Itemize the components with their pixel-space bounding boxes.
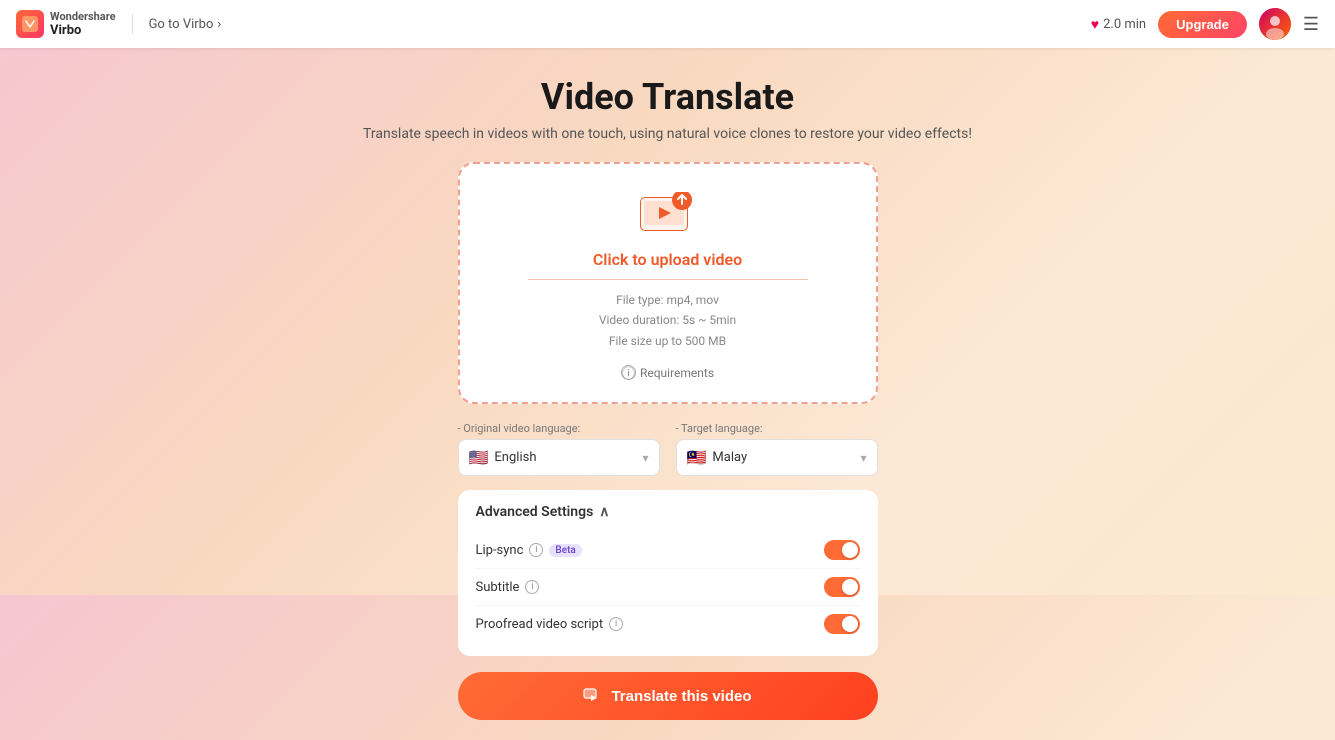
upgrade-button[interactable]: Upgrade (1158, 11, 1247, 38)
original-language-group: - Original video language: 🇺🇸 English ▾ (458, 422, 660, 476)
proofread-info-icon[interactable]: i (609, 617, 623, 631)
translate-btn-icon (583, 686, 603, 706)
proofread-label: Proofread video script i (476, 617, 624, 632)
original-chevron-icon: ▾ (642, 451, 648, 465)
upload-divider (528, 279, 808, 280)
page-title: Video Translate (541, 76, 794, 118)
translate-button[interactable]: Translate this video (458, 672, 878, 720)
original-language-label: - Original video language: (458, 422, 660, 435)
lip-sync-beta-badge: Beta (549, 544, 581, 557)
upload-icon (640, 192, 696, 240)
target-language-value: 🇲🇾 Malay (687, 448, 748, 467)
header-left: Wondershare Virbo Go to Virbo › (16, 10, 221, 38)
time-label: 2.0 min (1103, 17, 1146, 32)
lip-sync-toggle[interactable] (824, 540, 860, 560)
advanced-settings: Advanced Settings ∧ Lip-sync i Beta Subt… (458, 490, 878, 656)
translate-btn-label: Translate this video (611, 688, 751, 705)
header: Wondershare Virbo Go to Virbo › ♥ 2.0 mi… (0, 0, 1335, 48)
advanced-settings-header[interactable]: Advanced Settings ∧ (476, 504, 860, 520)
proofread-toggle[interactable] (824, 614, 860, 634)
subtitle-info-icon[interactable]: i (525, 580, 539, 594)
lip-sync-info-icon[interactable]: i (529, 543, 543, 557)
menu-icon[interactable]: ☰ (1303, 14, 1319, 35)
upload-click-text[interactable]: Click to upload video (593, 250, 742, 269)
original-flag: 🇺🇸 (469, 448, 489, 467)
target-chevron-icon: ▾ (860, 451, 866, 465)
upload-box[interactable]: Click to upload video File type: mp4, mo… (458, 162, 878, 404)
chevron-right-icon: › (217, 17, 221, 32)
requirements-label: Requirements (640, 366, 714, 380)
target-language-select[interactable]: 🇲🇾 Malay ▾ (676, 439, 878, 476)
subtitle-label: Subtitle i (476, 580, 540, 595)
original-language-value: 🇺🇸 English (469, 448, 537, 467)
header-right: ♥ 2.0 min Upgrade ☰ (1091, 8, 1319, 40)
proofread-row: Proofread video script i (476, 606, 860, 642)
user-avatar[interactable] (1259, 8, 1291, 40)
upload-info: File type: mp4, mov Video duration: 5s ~… (599, 290, 736, 351)
subtitle-row: Subtitle i (476, 569, 860, 606)
lip-sync-row: Lip-sync i Beta (476, 532, 860, 569)
language-selectors: - Original video language: 🇺🇸 English ▾ … (458, 422, 878, 476)
advanced-settings-label: Advanced Settings (476, 504, 594, 520)
original-language-select[interactable]: 🇺🇸 English ▾ (458, 439, 660, 476)
main-content: Video Translate Translate speech in vide… (0, 0, 1335, 740)
lip-sync-label: Lip-sync i Beta (476, 543, 582, 558)
target-language-label: - Target language: (676, 422, 878, 435)
target-language-group: - Target language: 🇲🇾 Malay ▾ (676, 422, 878, 476)
logo-area: Wondershare Virbo (16, 10, 116, 38)
subtitle-toggle[interactable] (824, 577, 860, 597)
page-subtitle: Translate speech in videos with one touc… (363, 126, 972, 142)
time-badge: ♥ 2.0 min (1091, 16, 1146, 33)
logo-text: Wondershare Virbo (50, 10, 116, 38)
target-flag: 🇲🇾 (687, 448, 707, 467)
heart-icon: ♥ (1091, 16, 1099, 33)
requirements-link[interactable]: ⓘ Requirements (621, 365, 714, 380)
advanced-chevron-icon: ∧ (599, 504, 609, 520)
info-circle-icon: ⓘ (621, 365, 636, 380)
virbo-logo-icon (16, 10, 44, 38)
go-to-virbo-link[interactable]: Go to Virbo › (149, 17, 222, 32)
header-divider (132, 14, 133, 34)
